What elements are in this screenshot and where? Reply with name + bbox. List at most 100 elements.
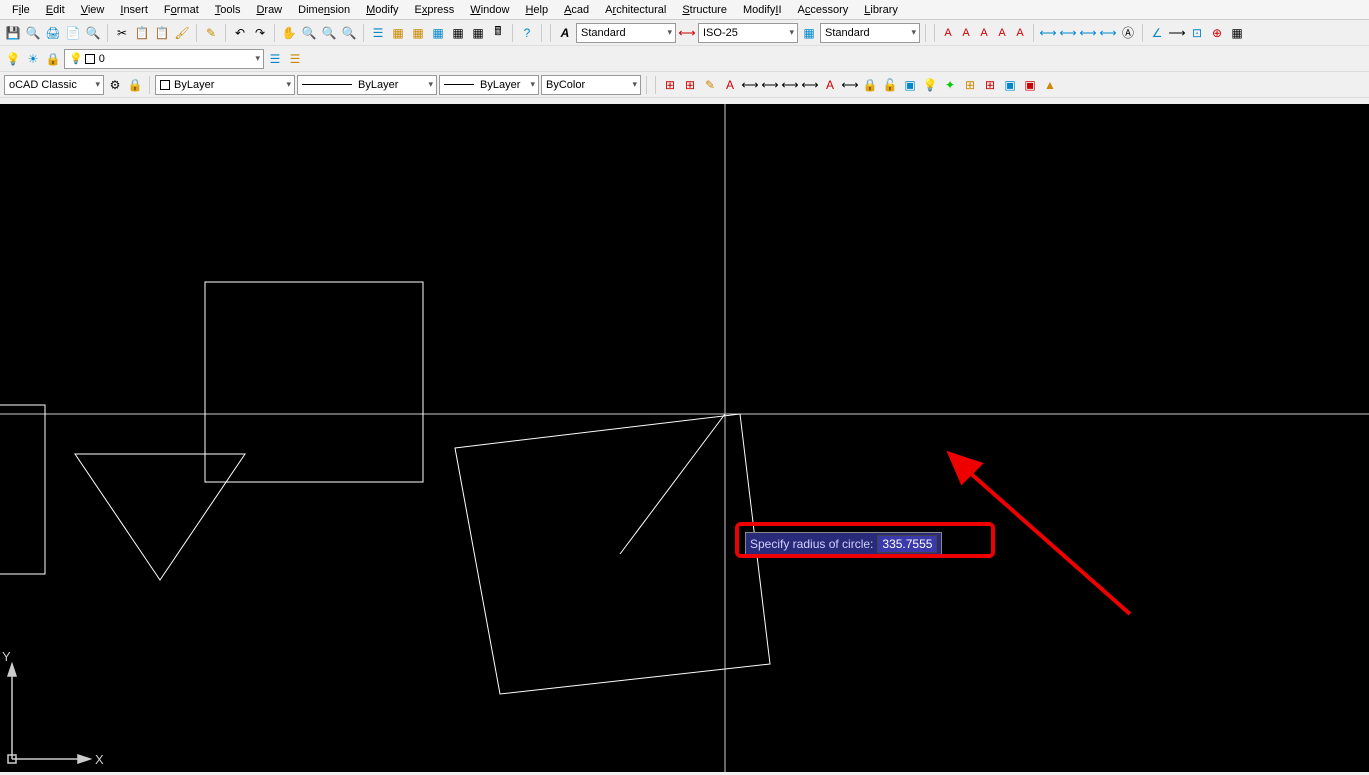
tool-2-icon[interactable]: ⊞	[681, 76, 699, 94]
unlock-icon[interactable]: 🔓	[881, 76, 899, 94]
tool-15-icon[interactable]: ▣	[1021, 76, 1039, 94]
tool-12-icon[interactable]: ⊞	[961, 76, 979, 94]
design-center-icon[interactable]: ▦	[389, 24, 407, 42]
bulb2-icon[interactable]: 💡	[921, 76, 939, 94]
dimstyle-icon[interactable]: ⟷	[678, 24, 696, 42]
layer-bulb-icon[interactable]: 💡	[4, 50, 22, 68]
style-a2-icon[interactable]: A	[958, 24, 974, 42]
tablestyle-icon[interactable]: ▦	[800, 24, 818, 42]
tool-3-icon[interactable]: ✎	[701, 76, 719, 94]
tool-8-icon[interactable]: ⟷	[801, 76, 819, 94]
tool-16-icon[interactable]: ▲	[1041, 76, 1059, 94]
publish-icon[interactable]: 📄	[64, 24, 82, 42]
tool-6-icon[interactable]: ⟷	[761, 76, 779, 94]
paste-icon[interactable]: 📋	[153, 24, 171, 42]
cut-icon[interactable]: ✂	[113, 24, 131, 42]
menu-structure[interactable]: Structure	[674, 2, 735, 18]
properties-toolbar: oCAD Classic ⚙ 🔒 ByLayer ByLayer ByLayer…	[0, 72, 1369, 98]
menu-draw[interactable]: Draw	[248, 2, 290, 18]
style-a4-icon[interactable]: A	[994, 24, 1010, 42]
menu-modify[interactable]: Modify	[358, 2, 406, 18]
style-a3-icon[interactable]: A	[976, 24, 992, 42]
undo-icon[interactable]: ↶	[231, 24, 249, 42]
layer-lock-icon[interactable]: 🔒	[44, 50, 62, 68]
zoom-previous-icon[interactable]: 🔍	[340, 24, 358, 42]
plotstyle-dropdown[interactable]: ByColor	[541, 75, 641, 95]
menu-edit[interactable]: Edit	[38, 2, 73, 18]
tool-11-icon[interactable]: ✦	[941, 76, 959, 94]
tablestyle-dropdown[interactable]: Standard	[820, 23, 920, 43]
plot-preview-icon[interactable]: 🔍	[24, 24, 42, 42]
tool-9-icon[interactable]: A	[821, 76, 839, 94]
dim-aligned-icon[interactable]: ⟷	[1059, 24, 1077, 42]
menu-architectural[interactable]: Architectural	[597, 2, 674, 18]
tool-4-icon[interactable]: A	[721, 76, 739, 94]
tool-palettes-icon[interactable]: ▦	[409, 24, 427, 42]
tool-5-icon[interactable]: ⟷	[741, 76, 759, 94]
textstyle-icon[interactable]: A	[556, 24, 574, 42]
quickcalc-icon[interactable]: ▦	[469, 24, 487, 42]
cube-icon[interactable]: ▣	[901, 76, 919, 94]
tolerance-icon[interactable]: ⊡	[1188, 24, 1206, 42]
angle-icon[interactable]: ∠	[1148, 24, 1166, 42]
linetype-dropdown[interactable]: ByLayer	[297, 75, 437, 95]
dim-continue-icon[interactable]: ⟷	[1079, 24, 1097, 42]
dim-baseline-icon[interactable]: ⟷	[1099, 24, 1117, 42]
workspace-dropdown[interactable]: oCAD Classic	[4, 75, 104, 95]
tool-14-icon[interactable]: ▣	[1001, 76, 1019, 94]
tool-13-icon[interactable]: ⊞	[981, 76, 999, 94]
menu-insert[interactable]: Insert	[112, 2, 156, 18]
leader-icon[interactable]: ⟶	[1168, 24, 1186, 42]
dim-edit-icon[interactable]: Ⓐ	[1119, 24, 1137, 42]
centermark-icon[interactable]: ⊕	[1208, 24, 1226, 42]
menu-tools[interactable]: Tools	[207, 2, 249, 18]
dimstyle-dropdown[interactable]: ISO-25	[698, 23, 798, 43]
menu-acad[interactable]: Acad	[556, 2, 597, 18]
menu-modify2[interactable]: ModifyII	[735, 2, 790, 18]
style-a5-icon[interactable]: A	[1012, 24, 1028, 42]
matchprop-icon[interactable]: 🖌	[173, 24, 191, 42]
dim-linear-icon[interactable]: ⟷	[1039, 24, 1057, 42]
layer-manager-icon[interactable]: ☰	[266, 50, 284, 68]
find-icon[interactable]: 🔍	[84, 24, 102, 42]
dynamic-input-prompt: Specify radius of circle: 335.7555	[745, 532, 942, 556]
layer-sun-icon[interactable]: ☀	[24, 50, 42, 68]
calculator-icon[interactable]: 🖩	[489, 24, 507, 42]
style-a1-icon[interactable]: A	[940, 24, 956, 42]
markup-icon[interactable]: ▦	[449, 24, 467, 42]
save-icon[interactable]: 💾	[4, 24, 22, 42]
dim-icon[interactable]: ▦	[1228, 24, 1246, 42]
menu-express[interactable]: Express	[407, 2, 463, 18]
sheet-set-icon[interactable]: ▦	[429, 24, 447, 42]
workspace-lock-icon[interactable]: 🔒	[126, 76, 144, 94]
menu-file[interactable]: File	[4, 2, 38, 18]
zoom-window-icon[interactable]: 🔍	[320, 24, 338, 42]
help-icon[interactable]: ?	[518, 24, 536, 42]
copy-icon[interactable]: 📋	[133, 24, 151, 42]
menu-help[interactable]: Help	[517, 2, 556, 18]
tool-7-icon[interactable]: ⟷	[781, 76, 799, 94]
drawing-canvas[interactable]: Y X Specify radius of circle: 335.7555	[0, 104, 1369, 772]
dynamic-input-value[interactable]: 335.7555	[877, 535, 937, 553]
color-dropdown[interactable]: ByLayer	[155, 75, 295, 95]
redo-icon[interactable]: ↷	[251, 24, 269, 42]
layer-dropdown[interactable]: 💡 0	[64, 49, 264, 69]
properties-icon[interactable]: ☰	[369, 24, 387, 42]
workspace-settings-icon[interactable]: ⚙	[106, 76, 124, 94]
plot-icon[interactable]: 🖨	[44, 24, 62, 42]
menu-library[interactable]: Library	[856, 2, 906, 18]
menu-view[interactable]: View	[73, 2, 113, 18]
zoom-realtime-icon[interactable]: 🔍	[300, 24, 318, 42]
menu-format[interactable]: Format	[156, 2, 207, 18]
menu-accessory[interactable]: Accessory	[790, 2, 857, 18]
lineweight-dropdown[interactable]: ByLayer	[439, 75, 539, 95]
menu-dimension[interactable]: Dimension	[290, 2, 358, 18]
pan-icon[interactable]: ✋	[280, 24, 298, 42]
tool-10-icon[interactable]: ⟷	[841, 76, 859, 94]
lock-icon[interactable]: 🔒	[861, 76, 879, 94]
tool-1-icon[interactable]: ⊞	[661, 76, 679, 94]
blockeditor-icon[interactable]: ✎	[202, 24, 220, 42]
textstyle-dropdown[interactable]: Standard	[576, 23, 676, 43]
layer-previous-icon[interactable]: ☰	[286, 50, 304, 68]
menu-window[interactable]: Window	[462, 2, 517, 18]
